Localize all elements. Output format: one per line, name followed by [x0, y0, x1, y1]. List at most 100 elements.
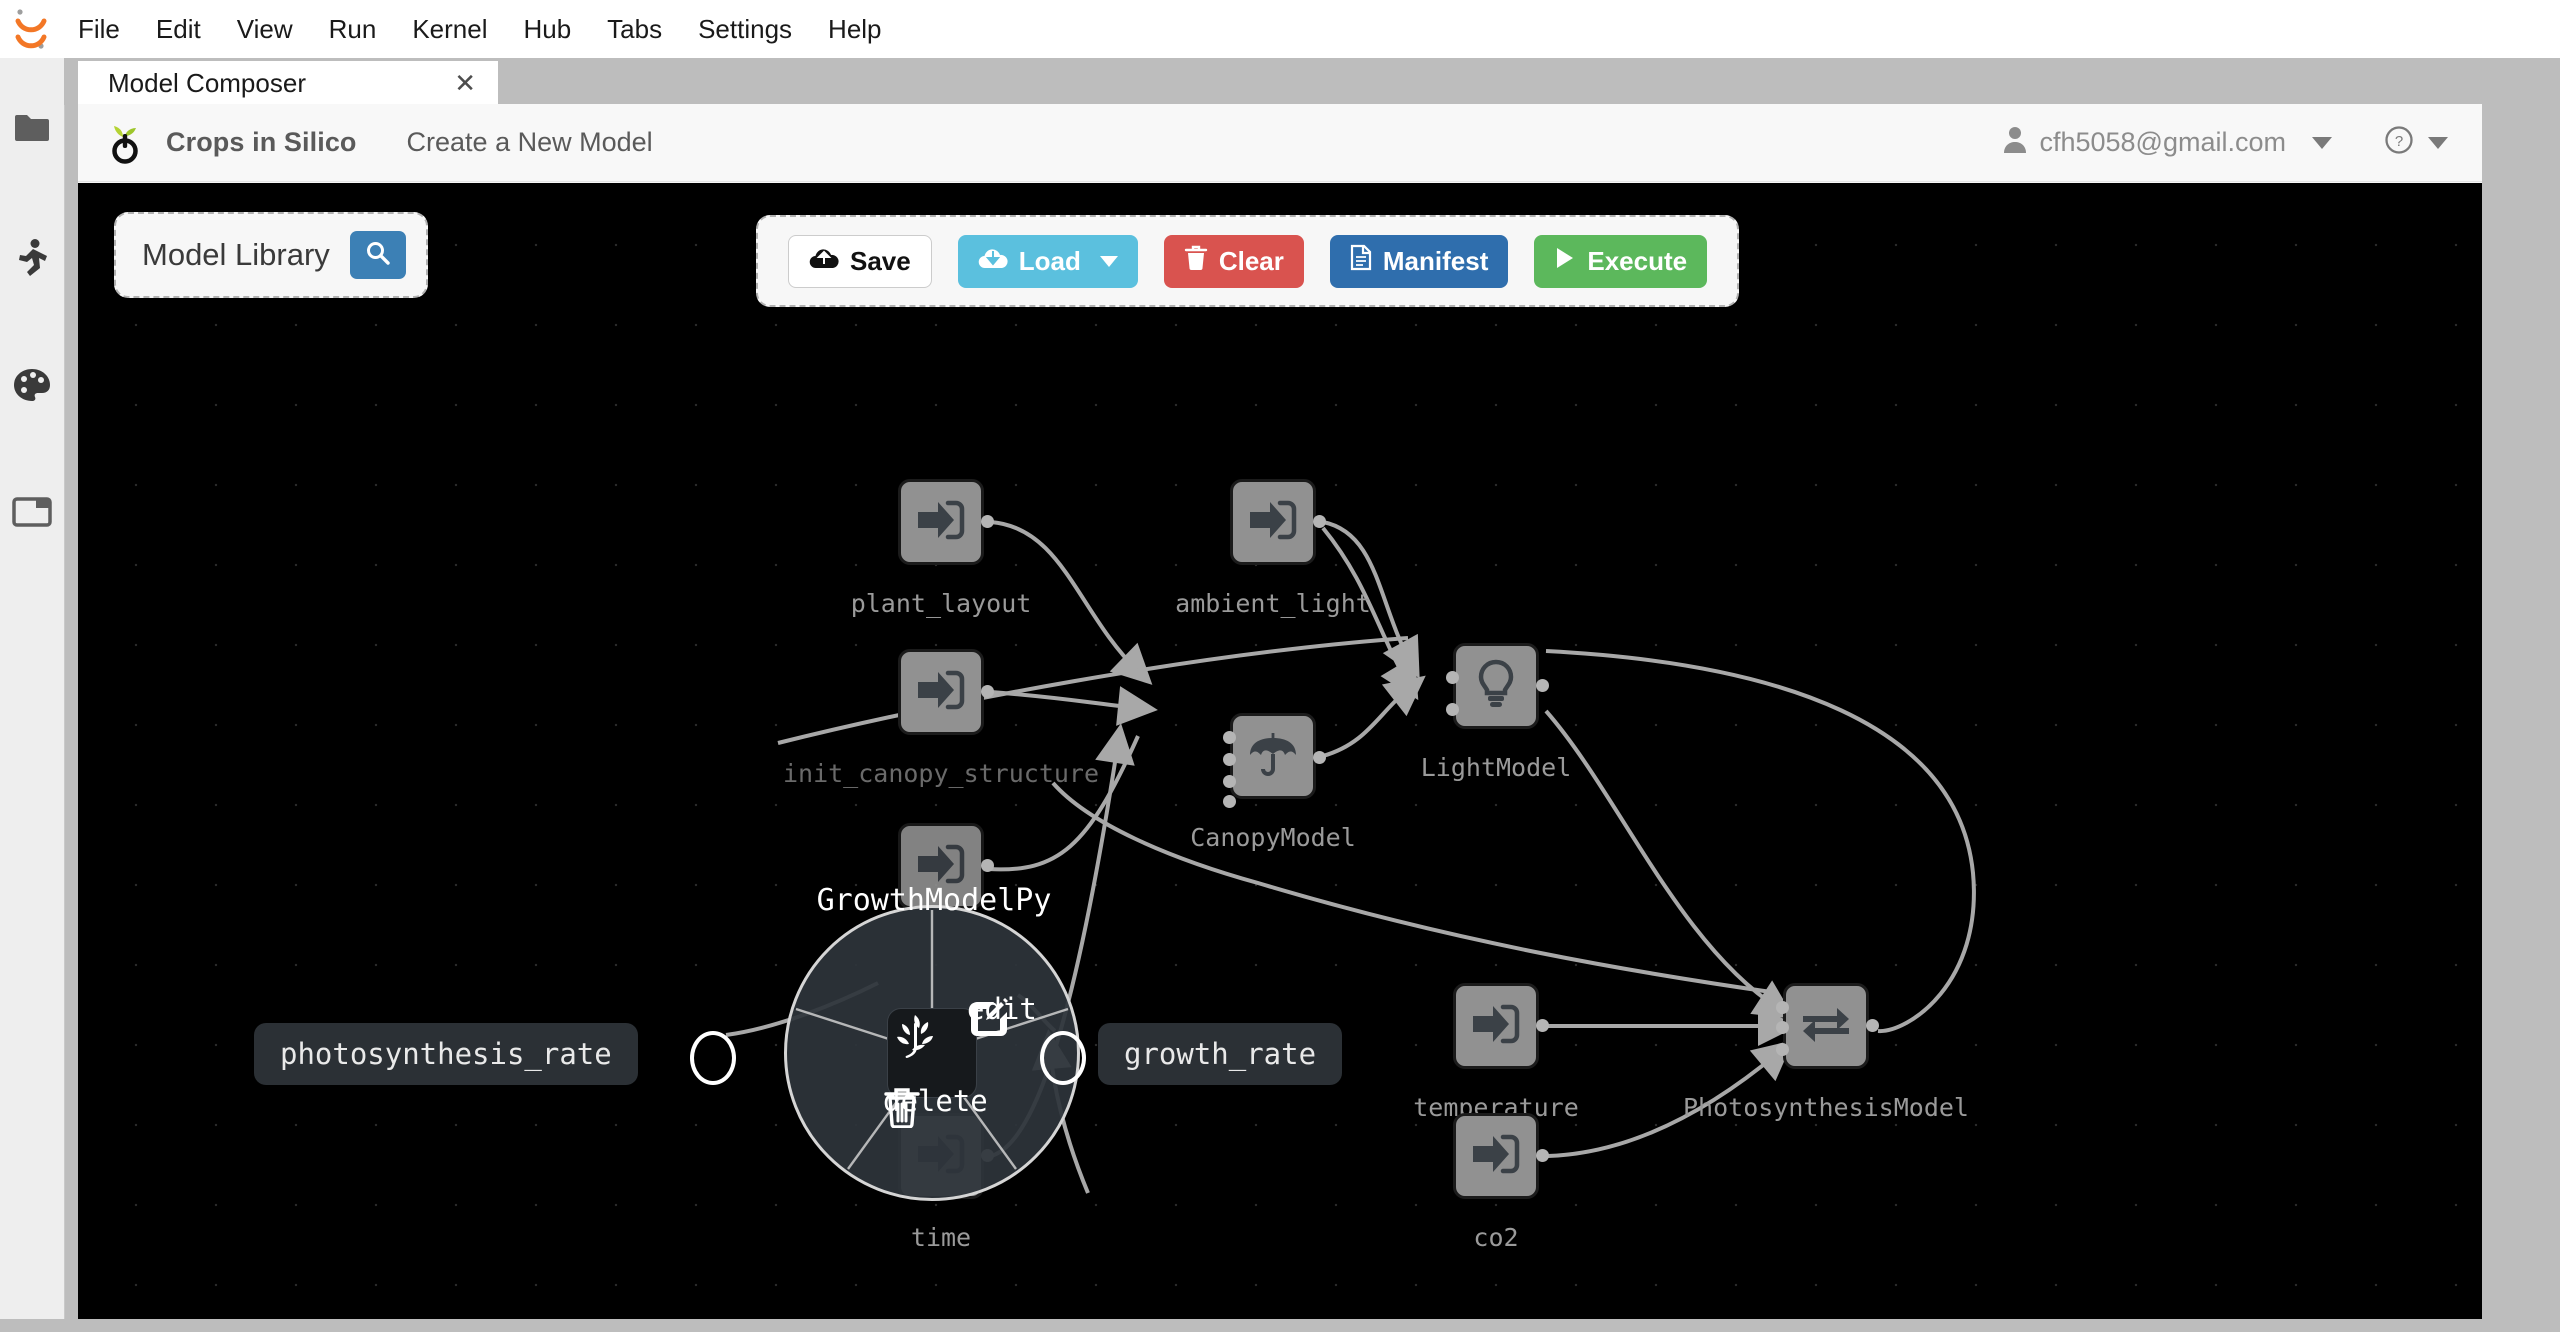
cloud-upload-icon: [809, 246, 839, 277]
menu-item-settings[interactable]: Settings: [680, 10, 810, 48]
manifest-button[interactable]: Manifest: [1329, 234, 1509, 288]
node-port[interactable]: [1536, 1149, 1549, 1162]
import-arrow-icon: [1471, 1001, 1521, 1052]
exchange-icon: [1801, 1003, 1851, 1050]
node-port[interactable]: [1223, 753, 1236, 766]
node-port[interactable]: [1866, 1019, 1879, 1032]
menu-item-kernel[interactable]: Kernel: [394, 10, 505, 48]
app-header: Crops in Silico Create a New Model cfh50…: [78, 104, 2482, 182]
menu-item-help[interactable]: Help: [810, 10, 899, 48]
load-button-label: Load: [1018, 246, 1081, 276]
import-arrow-icon: [916, 497, 966, 548]
chevron-down-icon: [2428, 136, 2448, 149]
menu-item-edit[interactable]: Edit: [138, 10, 219, 48]
play-icon: [1554, 246, 1576, 277]
chip-label: growth_rate: [1124, 1037, 1317, 1071]
node-label-growth-model-py: GrowthModelPy: [816, 883, 1052, 918]
tab-label: Model Composer: [108, 67, 306, 98]
node-photosynthesis-model[interactable]: [1783, 983, 1869, 1069]
chevron-down-icon: [1099, 255, 1118, 267]
import-arrow-icon: [1471, 1131, 1521, 1182]
tab-model-composer[interactable]: Model Composer ✕: [78, 61, 498, 105]
node-port[interactable]: [981, 515, 994, 528]
running-person-icon: [15, 238, 49, 283]
menu-item-file[interactable]: File: [60, 10, 138, 48]
execute-button[interactable]: Execute: [1534, 234, 1708, 288]
user-menu[interactable]: cfh5058@gmail.com: [2003, 126, 2332, 159]
activity-bar: [0, 58, 65, 1332]
node-port[interactable]: [1776, 1021, 1789, 1034]
node-label-plant-layout: plant_layout: [850, 589, 1032, 618]
search-icon: [365, 240, 391, 271]
help-menu[interactable]: ?: [2384, 125, 2448, 160]
menu-item-run[interactable]: Run: [311, 10, 395, 48]
node-ambient-light[interactable]: [1230, 479, 1316, 565]
node-label-init-canopy-structure: init_canopy_structure: [782, 759, 1100, 788]
sidebar-item-open-tabs[interactable]: [0, 482, 64, 547]
node-port[interactable]: [981, 685, 994, 698]
sprout-power-icon: [106, 121, 144, 165]
document-icon: [1350, 244, 1372, 278]
node-port[interactable]: [1313, 515, 1326, 528]
close-icon[interactable]: ✕: [454, 70, 476, 96]
node-port[interactable]: [1223, 775, 1236, 788]
node-label-co2: co2: [1473, 1223, 1519, 1252]
sidebar-item-file-browser[interactable]: [0, 98, 64, 163]
node-temperature[interactable]: [1453, 983, 1539, 1069]
trash-icon: [1184, 245, 1208, 278]
node-plant-layout[interactable]: [898, 479, 984, 565]
node-radial-menu[interactable]: edit delete: [784, 905, 1080, 1201]
header-right-group: cfh5058@gmail.com ?: [2003, 125, 2482, 160]
composer-toolbar-panel: Save Load Clear Manifest Execute: [756, 215, 1740, 307]
sidebar-item-running-sessions[interactable]: [0, 228, 64, 293]
chip-socket-photosynthesis-rate[interactable]: [690, 1031, 736, 1085]
node-port[interactable]: [1313, 751, 1326, 764]
model-graph-canvas[interactable]: plant_layout ambient_light init_canopy_s…: [78, 183, 2482, 1319]
menu-item-list: File Edit View Run Kernel Hub Tabs Setti…: [60, 10, 900, 48]
nav-create-new-model[interactable]: Create a New Model: [407, 127, 653, 158]
manifest-button-label: Manifest: [1382, 246, 1489, 276]
save-button-label: Save: [850, 246, 911, 276]
chip-growth-rate[interactable]: growth_rate: [1098, 1023, 1343, 1085]
node-canopy-model[interactable]: [1230, 713, 1316, 799]
brand-title[interactable]: Crops in Silico: [166, 127, 357, 158]
tab-strip: Model Composer ✕: [64, 58, 2560, 105]
palette-icon: [13, 368, 51, 407]
model-composer-document: Crops in Silico Create a New Model cfh50…: [78, 104, 2482, 1319]
node-label-time: time: [910, 1223, 972, 1252]
node-port[interactable]: [1446, 671, 1459, 684]
save-button[interactable]: Save: [788, 234, 932, 288]
radial-item-delete[interactable]: delete: [883, 1085, 988, 1128]
node-port[interactable]: [1776, 1043, 1789, 1056]
svg-text:?: ?: [2395, 133, 2403, 150]
node-port[interactable]: [981, 859, 994, 872]
node-port[interactable]: [1776, 1001, 1789, 1014]
clear-button[interactable]: Clear: [1163, 234, 1304, 288]
node-port[interactable]: [1536, 679, 1549, 692]
menu-item-tabs[interactable]: Tabs: [589, 10, 680, 48]
node-port[interactable]: [1536, 1019, 1549, 1032]
radial-item-edit[interactable]: edit: [967, 993, 1037, 1036]
node-label-light-model: LightModel: [1420, 753, 1572, 782]
menu-item-hub[interactable]: Hub: [505, 10, 589, 48]
cloud-download-icon: [978, 246, 1008, 277]
load-button[interactable]: Load: [957, 234, 1138, 288]
chip-photosynthesis-rate[interactable]: photosynthesis_rate: [254, 1023, 638, 1085]
menu-item-view[interactable]: View: [219, 10, 311, 48]
window-bottom-chrome: [0, 1319, 2560, 1332]
chevron-down-icon: [2312, 136, 2332, 149]
sidebar-item-extension-manager[interactable]: [0, 355, 64, 420]
model-library-panel: Model Library: [114, 212, 428, 298]
node-label-canopy-model: CanopyModel: [1190, 823, 1356, 852]
window-right-chrome: [2482, 104, 2560, 1332]
node-port[interactable]: [1446, 703, 1459, 716]
tab-icon: [12, 496, 52, 533]
chip-socket-growth-rate[interactable]: [1040, 1031, 1086, 1085]
search-button[interactable]: [349, 231, 406, 279]
node-init-canopy-structure[interactable]: [898, 649, 984, 735]
model-library-title: Model Library: [142, 237, 330, 272]
node-port[interactable]: [1223, 731, 1236, 744]
node-port[interactable]: [1223, 795, 1236, 808]
node-co2[interactable]: [1453, 1113, 1539, 1199]
node-light-model[interactable]: [1453, 643, 1539, 729]
